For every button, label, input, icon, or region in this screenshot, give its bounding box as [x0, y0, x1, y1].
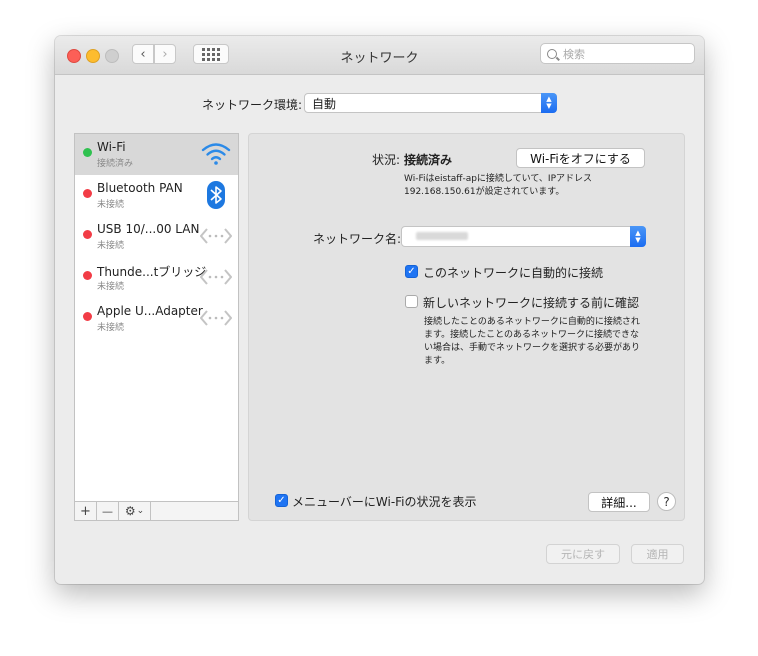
show-in-menubar-checkbox[interactable]: ✓ [275, 494, 288, 507]
service-list-toolbar: + — ⚙ ⌄ [74, 501, 239, 521]
location-label: ネットワーク環境: [202, 98, 303, 112]
minus-icon: — [102, 504, 113, 518]
service-item-wifi[interactable]: Wi-Fi 接続済み [75, 134, 238, 175]
service-status: 未接続 [97, 282, 125, 292]
ethernet-icon [200, 228, 232, 244]
add-service-button[interactable]: + [75, 502, 97, 520]
help-button[interactable]: ? [657, 492, 676, 511]
search-icon [547, 48, 557, 59]
title-bar: ‹ › ネットワーク 検索 [55, 36, 704, 75]
network-name-value-redacted [416, 232, 468, 240]
search-field[interactable]: 検索 [540, 43, 695, 64]
updown-chevron-icon: ▲ ▼ [541, 93, 557, 113]
ethernet-icon [200, 310, 232, 326]
network-name-select[interactable]: ▲ ▼ [401, 226, 646, 247]
status-description-line1: Wi-Fiはeistaff-apに接続していて、IPアドレス [404, 174, 593, 184]
toggle-wifi-button[interactable]: Wi-Fiをオフにする [516, 148, 645, 168]
apply-button[interactable]: 適用 [631, 544, 684, 564]
chevron-down-icon: ⌄ [136, 506, 145, 516]
status-value: 接続済み [404, 153, 453, 167]
location-select[interactable]: 自動 ▲ ▼ [304, 93, 557, 113]
bluetooth-icon [207, 181, 225, 209]
checkmark-icon: ✓ [277, 495, 286, 506]
service-item-bluetooth-pan[interactable]: Bluetooth PAN 未接続 [75, 175, 238, 216]
action-menu-button[interactable]: ⚙ ⌄ [119, 502, 151, 520]
service-name: Wi-Fi [97, 140, 126, 154]
service-name: Apple U...Adapter [97, 304, 203, 318]
wifi-icon [201, 143, 231, 165]
service-status: 接続済み [97, 159, 134, 169]
advanced-button[interactable]: 詳細... [588, 492, 650, 512]
service-item-usb-lan[interactable]: USB 10/...00 LAN 未接続 [75, 216, 238, 257]
service-name: Bluetooth PAN [97, 181, 183, 195]
updown-chevron-icon: ▲ ▼ [630, 226, 646, 247]
revert-button[interactable]: 元に戻す [546, 544, 620, 564]
service-list[interactable]: Wi-Fi 接続済み Bluetooth PAN 未接続 USB 10/...0… [74, 133, 239, 519]
service-name: Thunde...tブリッジ [97, 265, 207, 279]
service-item-apple-adapter[interactable]: Apple U...Adapter 未接続 [75, 298, 238, 339]
status-dot [83, 189, 92, 198]
ask-description-line1: 接続したことのあるネットワークに自動的に接続され [424, 317, 640, 327]
location-value: 自動 [312, 96, 337, 111]
service-status: 未接続 [97, 200, 125, 210]
status-label: 状況: [372, 153, 401, 167]
status-dot [83, 312, 92, 321]
auto-join-checkbox[interactable]: ✓ [405, 265, 418, 278]
status-dot [83, 271, 92, 280]
remove-service-button[interactable]: — [97, 502, 119, 520]
detail-panel: 状況: 接続済み Wi-Fiをオフにする Wi-Fiはeistaff-apに接続… [248, 133, 685, 521]
search-placeholder: 検索 [563, 47, 585, 61]
plus-icon: + [80, 503, 91, 519]
ask-description-line3: い場合は、手動でネットワークを選択する必要があり [424, 343, 641, 353]
show-in-menubar-label: メニューバーにWi-Fiの状況を表示 [292, 495, 477, 509]
status-dot [83, 148, 92, 157]
gear-icon: ⚙ [124, 504, 136, 518]
ask-description-line4: ます。 [424, 356, 451, 366]
network-preferences-window: ‹ › ネットワーク 検索 ネットワーク環境: 自動 ▲ ▼ Wi-Fi 接続済み [55, 36, 704, 584]
ask-to-join-checkbox[interactable] [405, 295, 418, 308]
service-status: 未接続 [97, 323, 125, 333]
network-name-label: ネットワーク名: [313, 232, 402, 246]
checkmark-icon: ✓ [407, 266, 416, 277]
auto-join-label: このネットワークに自動的に接続 [423, 266, 604, 280]
service-status: 未接続 [97, 241, 125, 251]
service-item-thunderbolt-bridge[interactable]: Thunde...tブリッジ 未接続 [75, 257, 238, 298]
service-name: USB 10/...00 LAN [97, 222, 200, 236]
ask-to-join-label: 新しいネットワークに接続する前に確認 [423, 296, 640, 310]
ask-description-line2: ます。接続したことのあるネットワークに接続できな [424, 330, 640, 340]
status-dot [83, 230, 92, 239]
status-description-line2: 192.168.150.61が設定されています。 [404, 187, 565, 197]
ethernet-icon [200, 269, 232, 285]
